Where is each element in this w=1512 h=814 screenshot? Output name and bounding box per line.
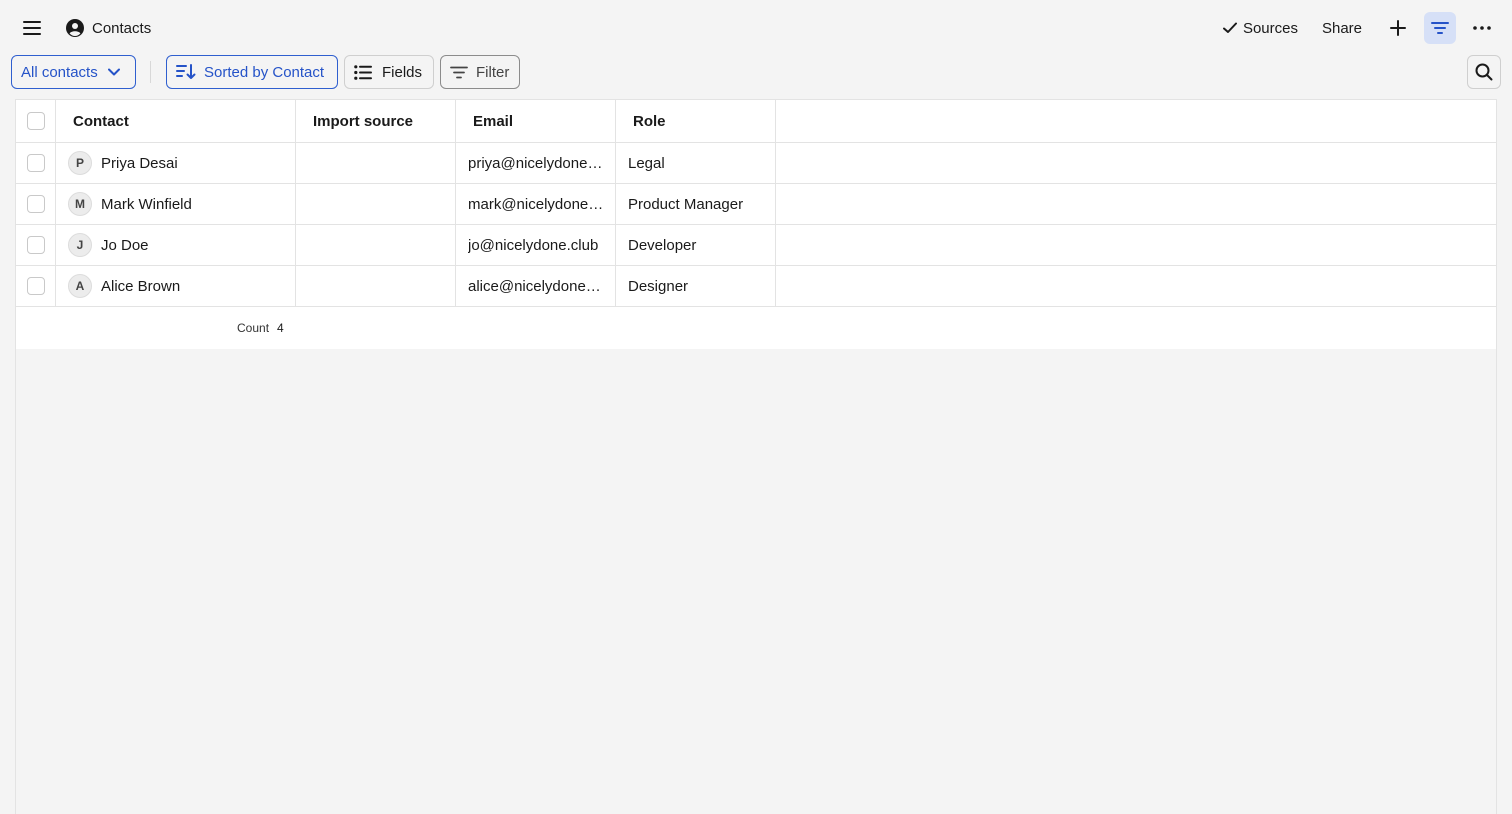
filter-button[interactable]: Filter: [440, 55, 520, 89]
filter-lines-icon: [450, 66, 468, 78]
view-select[interactable]: All contacts: [11, 55, 136, 89]
view-toolbar: All contacts Sorted by Contact Fields Fi…: [0, 55, 1512, 89]
import-source-cell[interactable]: [296, 184, 456, 224]
add-button[interactable]: [1382, 12, 1414, 44]
chevron-down-icon: [107, 68, 120, 76]
avatar: P: [68, 151, 92, 175]
menu-button[interactable]: [18, 14, 46, 42]
more-icon: [1473, 26, 1491, 30]
email-value: jo@nicelydone.club: [468, 236, 599, 254]
page-title: Contacts: [92, 19, 152, 37]
avatar: A: [68, 274, 92, 298]
email-cell[interactable]: alice@nicelydone.club: [456, 266, 616, 306]
select-all-cell: [16, 100, 56, 142]
table-footer: Count 4: [16, 307, 1496, 349]
share-label: Share: [1321, 19, 1362, 37]
empty-cell: [776, 143, 1496, 183]
sources-button[interactable]: Sources: [1213, 12, 1308, 44]
sources-label: Sources: [1242, 19, 1298, 37]
select-all-checkbox[interactable]: [26, 112, 45, 130]
sort-icon: [176, 64, 196, 79]
filter-label: Filter: [476, 63, 510, 81]
table-row[interactable]: M Mark Winfield mark@nicelydone.club Pro…: [16, 184, 1496, 225]
fields-button[interactable]: Fields: [344, 55, 434, 89]
contact-cell[interactable]: P Priya Desai: [56, 143, 296, 183]
top-bar: Contacts Sources Share: [0, 0, 1512, 56]
email-value: alice@nicelydone.club: [468, 277, 604, 295]
empty-cell: [776, 225, 1496, 265]
import-source-cell[interactable]: [296, 266, 456, 306]
filter-toggle-button[interactable]: [1424, 12, 1456, 44]
count-label: Count: [237, 321, 270, 335]
contact-name: Alice Brown: [101, 277, 181, 295]
contact-cell[interactable]: A Alice Brown: [56, 266, 296, 306]
top-actions: Sources Share: [1213, 12, 1498, 44]
sort-label: Sorted by Contact: [204, 63, 325, 81]
table-row[interactable]: P Priya Desai priya@nicelydone.club Lega…: [16, 143, 1496, 184]
row-select-cell: [16, 184, 56, 224]
row-count[interactable]: Count 4: [237, 307, 284, 349]
contact-cell[interactable]: M Mark Winfield: [56, 184, 296, 224]
contact-name: Priya Desai: [101, 154, 178, 172]
role-cell[interactable]: Legal: [616, 143, 776, 183]
contact-cell[interactable]: J Jo Doe: [56, 225, 296, 265]
email-value: mark@nicelydone.club: [468, 195, 604, 213]
row-checkbox[interactable]: [26, 195, 45, 213]
column-header-email[interactable]: Email: [456, 100, 616, 142]
contact-name: Jo Doe: [101, 236, 149, 254]
page-title-group: Contacts: [66, 14, 151, 42]
contact-name: Mark Winfield: [101, 195, 192, 213]
view-select-label: All contacts: [21, 63, 98, 81]
row-checkbox[interactable]: [26, 154, 45, 172]
search-icon: [1475, 63, 1493, 81]
column-header-empty: [776, 100, 1496, 142]
filter-lines-icon: [1431, 22, 1449, 34]
column-header-contact[interactable]: Contact: [56, 100, 296, 142]
role-cell[interactable]: Product Manager: [616, 184, 776, 224]
row-checkbox[interactable]: [26, 277, 45, 295]
search-button[interactable]: [1467, 55, 1501, 89]
row-select-cell: [16, 143, 56, 183]
table-header-row: Contact Import source Email Role: [16, 100, 1496, 143]
fields-label: Fields: [382, 63, 423, 81]
check-icon: [1222, 22, 1237, 33]
table-row[interactable]: A Alice Brown alice@nicelydone.club Desi…: [16, 266, 1496, 307]
table-row[interactable]: J Jo Doe jo@nicelydone.club Developer: [16, 225, 1496, 266]
import-source-cell[interactable]: [296, 225, 456, 265]
column-header-import-source[interactable]: Import source: [296, 100, 456, 142]
row-checkbox[interactable]: [26, 236, 45, 254]
share-button[interactable]: Share: [1312, 12, 1372, 44]
role-cell[interactable]: Developer: [616, 225, 776, 265]
column-header-role[interactable]: Role: [616, 100, 776, 142]
email-cell[interactable]: mark@nicelydone.club: [456, 184, 616, 224]
sort-button[interactable]: Sorted by Contact: [166, 55, 338, 89]
contacts-table: Contact Import source Email Role P Priya…: [15, 99, 1497, 814]
email-value: priya@nicelydone.club: [468, 154, 604, 172]
plus-icon: [1390, 20, 1406, 36]
user-circle-icon: [66, 19, 84, 37]
more-button[interactable]: [1466, 12, 1498, 44]
row-select-cell: [16, 266, 56, 306]
email-cell[interactable]: jo@nicelydone.club: [456, 225, 616, 265]
import-source-cell[interactable]: [296, 143, 456, 183]
avatar: M: [68, 192, 92, 216]
avatar: J: [68, 233, 92, 257]
count-value: 4: [277, 321, 284, 335]
list-icon: [354, 64, 372, 80]
empty-cell: [776, 266, 1496, 306]
empty-cell: [776, 184, 1496, 224]
menu-icon: [23, 21, 41, 35]
role-cell[interactable]: Designer: [616, 266, 776, 306]
row-select-cell: [16, 225, 56, 265]
toolbar-divider: [150, 61, 151, 83]
email-cell[interactable]: priya@nicelydone.club: [456, 143, 616, 183]
